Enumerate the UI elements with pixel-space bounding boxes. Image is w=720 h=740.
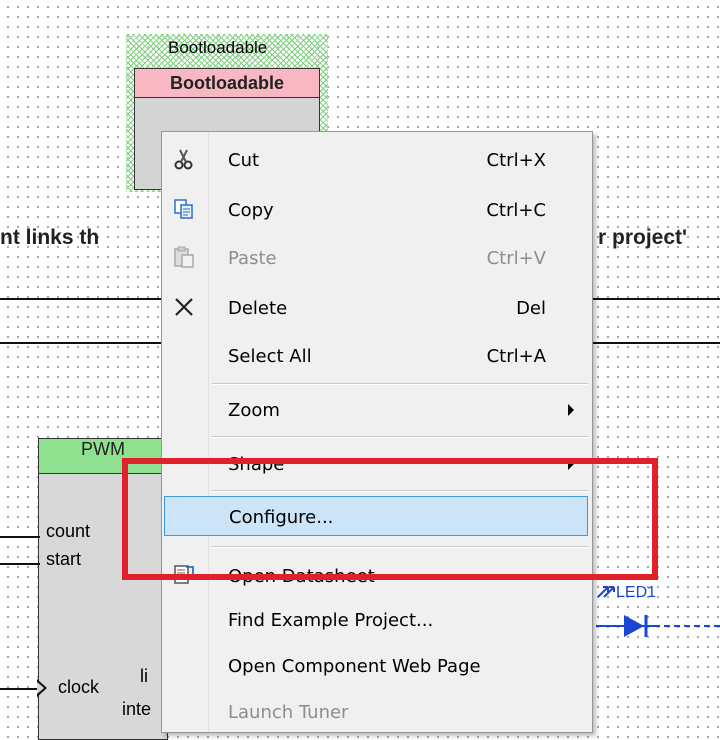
menu-item-shortcut: Ctrl+V <box>486 248 546 269</box>
menu-item-shortcut: Del <box>516 298 546 319</box>
pin-clock-label: clock <box>58 677 100 697</box>
led-light-arrows-icon <box>597 586 615 598</box>
pwm-title: PWM <box>81 439 125 459</box>
menu-item-label: Open Component Web Page <box>228 656 481 677</box>
start-wire <box>0 563 40 565</box>
menu-item-shortcut: Ctrl+A <box>486 346 546 367</box>
menu-item-paste[interactable]: Paste Ctrl+V <box>164 238 588 278</box>
bootloadable-component-header: Bootloadable <box>135 69 319 98</box>
menu-item-label: Copy <box>228 200 274 221</box>
paste-icon <box>174 246 194 268</box>
clock-wire <box>0 688 38 690</box>
menu-item-label: Cut <box>228 150 260 171</box>
pin-start-label: start <box>46 549 82 569</box>
context-menu: Cut Ctrl+X Copy Ctrl+C Paste Ctrl+V Dele… <box>161 131 593 733</box>
annotation-highlight-box <box>122 458 658 580</box>
menu-item-shortcut: Ctrl+C <box>486 200 546 221</box>
led-label: LED1 <box>616 584 657 601</box>
menu-item-cut[interactable]: Cut Ctrl+X <box>164 140 588 180</box>
count-wire <box>0 536 40 538</box>
bootloadable-instance-label: Bootloadable <box>168 38 268 57</box>
menu-item-label: Paste <box>228 248 277 269</box>
menu-item-copy[interactable]: Copy Ctrl+C <box>164 190 588 230</box>
menu-item-label: Select All <box>228 346 312 367</box>
menu-item-find-example-project[interactable]: Find Example Project... <box>164 600 588 640</box>
schematic-text-right: r project' <box>598 226 688 249</box>
menu-item-label: Delete <box>228 298 288 319</box>
led-wire-dashed <box>654 625 720 627</box>
schematic-text-left: nt links th <box>0 226 100 249</box>
menu-item-label: Launch Tuner <box>228 702 349 723</box>
menu-item-open-component-web-page[interactable]: Open Component Web Page <box>164 646 588 686</box>
scissors-icon <box>174 149 193 170</box>
menu-item-select-all[interactable]: Select All Ctrl+A <box>164 336 588 376</box>
menu-item-launch-tuner[interactable]: Launch Tuner <box>164 692 588 732</box>
menu-separator <box>212 436 588 438</box>
menu-item-label: Find Example Project... <box>228 610 434 631</box>
led-diode-icon[interactable] <box>620 613 654 639</box>
pin-partial-label: li <box>140 666 148 686</box>
menu-item-shortcut: Ctrl+X <box>486 150 546 171</box>
menu-item-zoom[interactable]: Zoom <box>164 390 588 430</box>
delete-x-icon <box>175 298 193 316</box>
clock-arrow-inner <box>37 682 44 694</box>
copy-icon <box>174 199 193 219</box>
menu-item-label: Zoom <box>228 400 280 421</box>
pin-partial-label: inte <box>122 699 152 719</box>
menu-item-delete[interactable]: Delete Del <box>164 288 588 328</box>
pin-count-label: count <box>46 521 91 541</box>
led-wire <box>596 625 620 627</box>
menu-separator <box>212 383 588 385</box>
submenu-arrow-icon <box>568 404 574 416</box>
